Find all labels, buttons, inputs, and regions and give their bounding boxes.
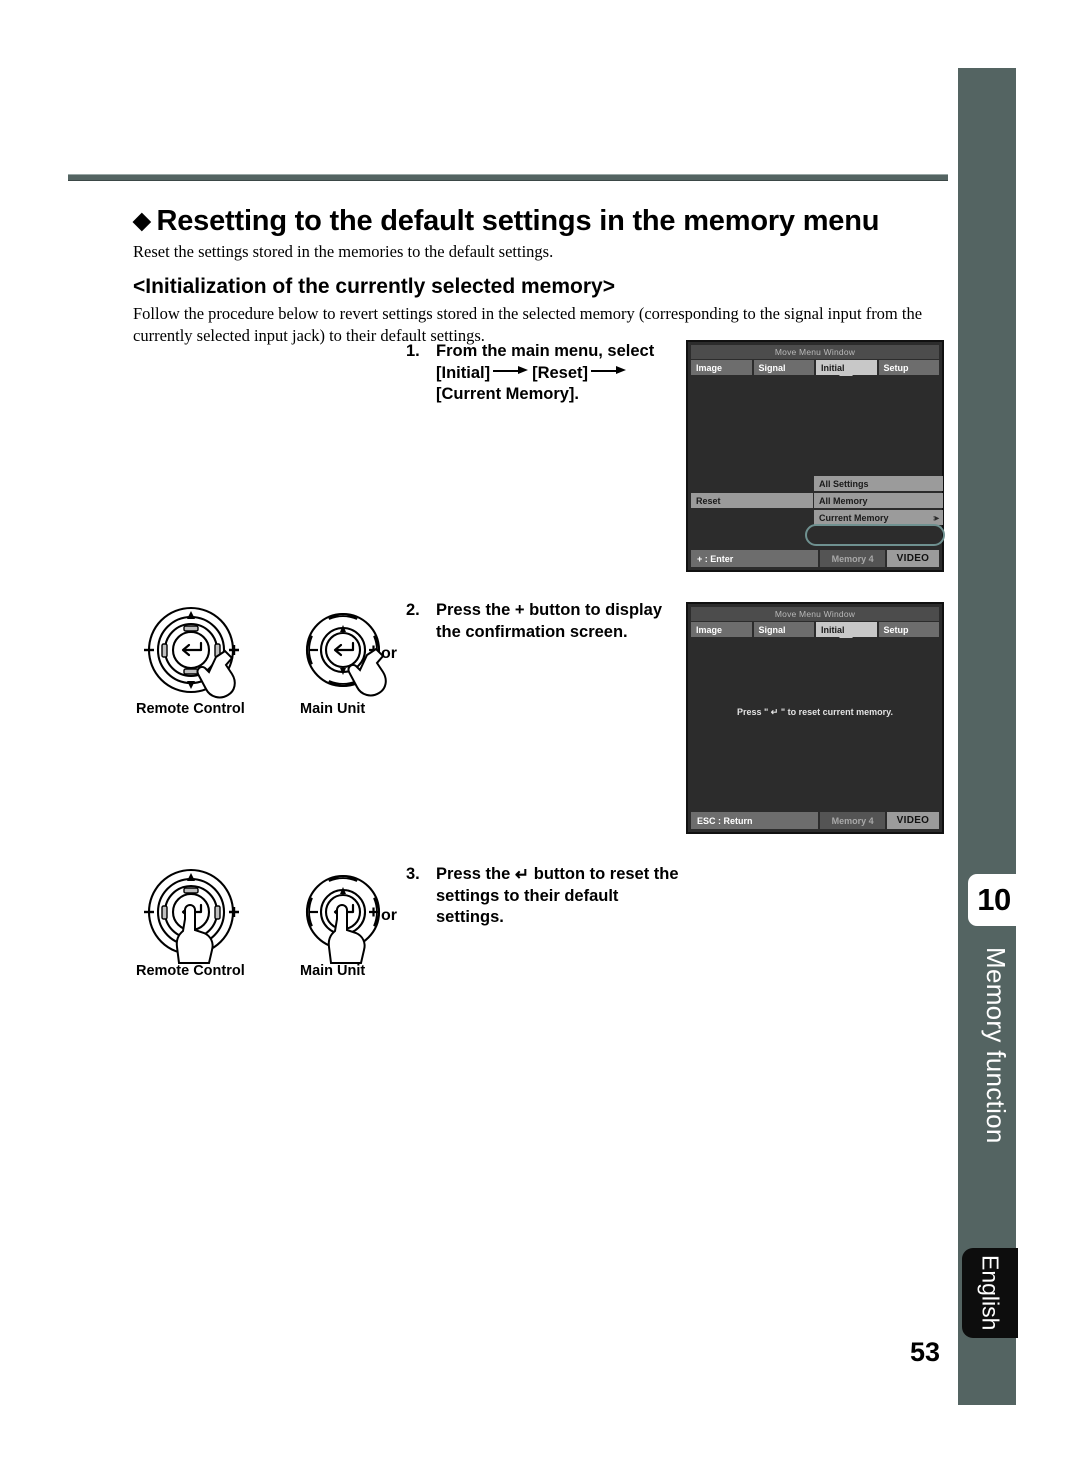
chapter-label: Memory function [981, 946, 1011, 1144]
osd-tab-setup[interactable]: Setup [878, 622, 939, 637]
osd-submenu-all-settings-label: All Settings [819, 478, 869, 489]
caption-remote-control: Remote Control [136, 701, 245, 717]
osd-tab-initial[interactable]: Initial [816, 622, 877, 637]
caption-main-unit: Main Unit [300, 701, 366, 717]
right-arrow-icon [493, 366, 529, 376]
osd-submenu-all-settings[interactable]: All Settings [814, 476, 943, 491]
osd-tab-bar: Image Signal Initial Setup [691, 360, 939, 375]
osd-tab-signal[interactable]: Signal [753, 360, 814, 375]
osd-status-bar: ESC : Return Memory 4 VIDEO [691, 812, 939, 829]
language-tab-label: English [977, 1255, 1004, 1331]
diamond-bullet-icon: ◆ [133, 207, 151, 233]
step-1-part3: [Current Memory]. [436, 385, 580, 403]
osd-status-memory: Memory 4 [820, 550, 885, 567]
control-illustration-plus: or Remote Control Main Unit [133, 605, 403, 725]
step-1-part2: [Reset] [532, 363, 589, 382]
enter-key-icon: ↵ [514, 865, 530, 884]
chapter-tab: 10 [968, 874, 1020, 926]
osd-menu-item-reset[interactable]: Reset [691, 493, 813, 508]
caption-remote-control: Remote Control [136, 963, 245, 979]
osd-status-source: VIDEO [886, 812, 939, 829]
osd-status-memory: Memory 4 [820, 812, 885, 829]
or-label-plus: or [381, 645, 397, 662]
osd-body: Press " ↵ " to reset current memory. [691, 638, 939, 810]
intro-paragraph: Reset the settings stored in the memorie… [133, 242, 554, 261]
osd-submenu-all-memory[interactable]: All Memory [814, 493, 943, 508]
osd-submenu-current-memory-label: Current Memory [819, 512, 889, 523]
osd-tab-initial[interactable]: Initial [816, 360, 877, 375]
step-3-text: Press the ↵ button to reset the settings… [436, 864, 686, 929]
page-number: 53 [909, 1337, 940, 1367]
updown-right-arrow-icon: ↕▸ [931, 513, 939, 522]
osd-status-left: + : Enter [691, 550, 819, 567]
step-3-number: 3. [406, 865, 420, 883]
osd-screen-menu: Move Menu Window Image Signal Initial Se… [686, 340, 944, 572]
osd-submenu-all-memory-label: All Memory [819, 495, 868, 506]
osd-body: Reset All Settings All Memory Current Me… [691, 376, 943, 548]
step-2: 2. Press the + button to display the con… [406, 600, 686, 643]
header-rule [68, 174, 948, 181]
section-subtitle: <Initialization of the currently selecte… [133, 275, 615, 298]
osd-status-bar: + : Enter Memory 4 VIDEO [691, 550, 939, 567]
or-label-enter: or [381, 907, 397, 924]
osd-tab-image[interactable]: Image [691, 360, 752, 375]
step-2-number: 2. [406, 601, 420, 619]
osd-title-bar: Move Menu Window [691, 345, 939, 359]
step-1: 1. From the main menu, select [Initial][… [406, 341, 686, 406]
osd-tab-bar: Image Signal Initial Setup [691, 622, 939, 637]
caption-main-unit: Main Unit [300, 963, 366, 979]
step-3-part1: Press the [436, 865, 511, 883]
osd-screen-confirmation: Move Menu Window Image Signal Initial Se… [686, 602, 944, 834]
page-title: ◆ Resetting to the default settings in th… [133, 205, 953, 238]
step-1-text: From the main menu, select [Initial] [Res… [436, 341, 686, 406]
control-illustration-enter: or Remote Control Main Unit [133, 867, 403, 987]
language-tab: English [962, 1248, 1018, 1338]
document-page: 10 Memory function English 53 ◆ Resetting… [0, 0, 1080, 1472]
chapter-rail [958, 68, 1016, 1405]
osd-confirmation-message: Press " ↵ " to reset current memory. [737, 707, 893, 717]
osd-submenu-current-memory[interactable]: Current Memory ↕▸ [814, 510, 943, 525]
step-1-number: 1. [406, 342, 420, 360]
osd-tab-signal[interactable]: Signal [753, 622, 814, 637]
right-arrow-icon [591, 366, 627, 376]
page-title-text: Resetting to the default settings in the… [156, 205, 880, 237]
step-2-text: Press the + button to display the confir… [436, 601, 662, 641]
step-3: 3. Press the ↵ button to reset the setti… [406, 864, 686, 929]
osd-tab-setup[interactable]: Setup [878, 360, 939, 375]
osd-status-source: VIDEO [886, 550, 939, 567]
osd-title-bar: Move Menu Window [691, 607, 939, 621]
osd-submenu: All Settings All Memory Current Memory ↕… [814, 476, 943, 527]
osd-status-left: ESC : Return [691, 812, 819, 829]
osd-tab-image[interactable]: Image [691, 622, 752, 637]
chapter-number: 10 [977, 882, 1011, 917]
